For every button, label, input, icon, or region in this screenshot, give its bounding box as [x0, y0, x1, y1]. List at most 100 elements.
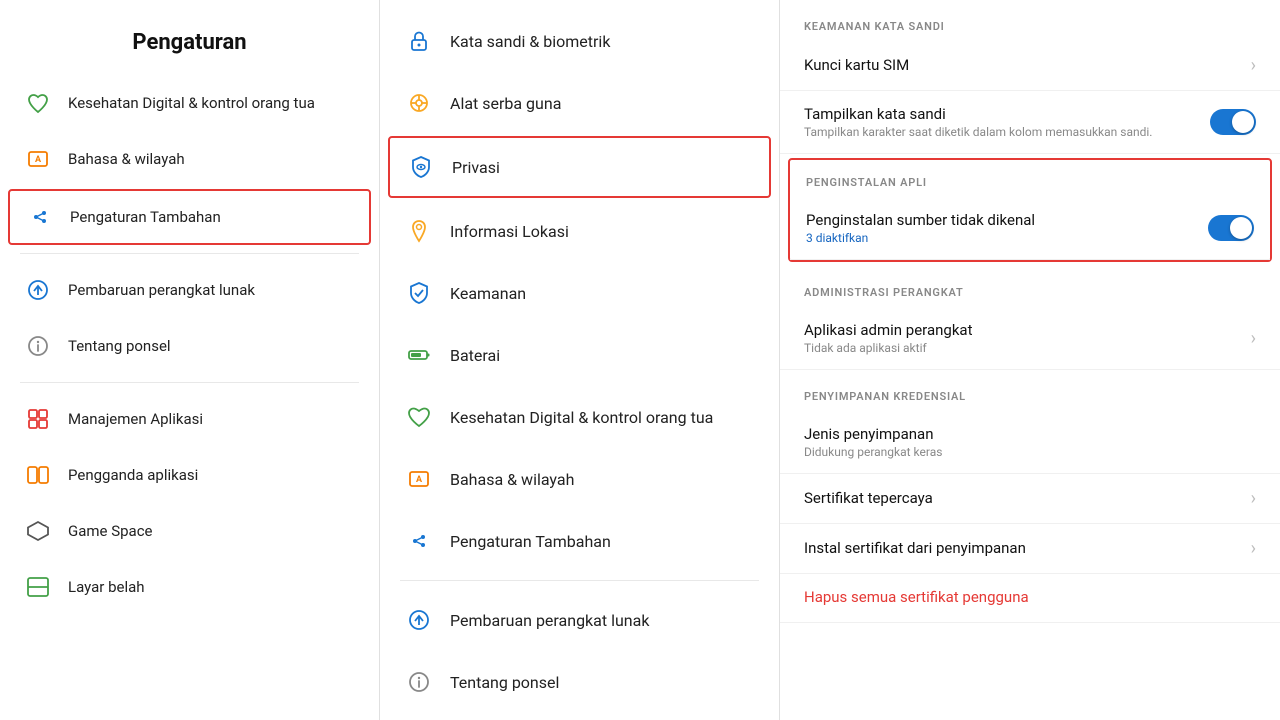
right-item-hapus-sertifikat[interactable]: Hapus semua sertifikat pengguna: [780, 574, 1280, 623]
info-icon: [24, 332, 52, 360]
arrow-up-icon-2: [404, 605, 434, 635]
middle-item-baterai-label: Baterai: [450, 346, 500, 365]
right-item-sumber-content: Penginstalan sumber tidak dikenal 3 diak…: [806, 211, 1196, 245]
shield-eye-icon: [406, 152, 436, 182]
battery-icon: [404, 340, 434, 370]
right-item-sumber-tidak-dikenal[interactable]: Penginstalan sumber tidak dikenal 3 diak…: [790, 197, 1270, 260]
section-header-penginstalan: PENGINSTALAN APLI: [790, 160, 1270, 197]
chevron-icon: ›: [1251, 55, 1256, 76]
middle-item-kesehatan2[interactable]: Kesehatan Digital & kontrol orang tua: [380, 386, 779, 448]
middle-item-lokasi-label: Informasi Lokasi: [450, 222, 569, 241]
arrow-up-icon: [24, 276, 52, 304]
chevron-icon-sertifikat: ›: [1251, 488, 1256, 509]
chevron-icon-admin: ›: [1251, 328, 1256, 349]
wrench-icon: [404, 88, 434, 118]
dots-icon: [26, 203, 54, 231]
sidebar-item-pengganda-label: Pengganda aplikasi: [68, 466, 198, 484]
right-item-kunci-sim[interactable]: Kunci kartu SIM ›: [780, 41, 1280, 91]
sidebar-item-pembaruan[interactable]: Pembaruan perangkat lunak: [0, 262, 379, 318]
game-icon: [24, 517, 52, 545]
middle-item-pembaruan2-label: Pembaruan perangkat lunak: [450, 611, 649, 630]
divider-2: [20, 382, 359, 383]
middle-panel: Kata sandi & biometrik Alat serba guna P…: [380, 0, 780, 720]
middle-item-alat[interactable]: Alat serba guna: [380, 72, 779, 134]
sidebar-item-bahasa-label: Bahasa & wilayah: [68, 150, 185, 168]
middle-item-keamanan-label: Keamanan: [450, 284, 526, 303]
grid-icon: [24, 405, 52, 433]
location-icon: [404, 216, 434, 246]
toggle-sumber-tidak-dikenal[interactable]: [1208, 215, 1254, 241]
dots-icon-2: [404, 526, 434, 556]
right-item-jenis-penyimpanan[interactable]: Jenis penyimpanan Didukung perangkat ker…: [780, 411, 1280, 474]
right-item-tampilkan-sandi-title: Tampilkan kata sandi: [804, 105, 1198, 123]
middle-item-kata-sandi[interactable]: Kata sandi & biometrik: [380, 10, 779, 72]
right-item-instal-content: Instal sertifikat dari penyimpanan: [804, 539, 1239, 559]
right-item-sertifikat-tepercaya-title: Sertifikat tepercaya: [804, 489, 1239, 507]
section-keamanan-kata-sandi: KEAMANAN KATA SANDI Kunci kartu SIM › Ta…: [780, 0, 1280, 154]
middle-item-bahasa2[interactable]: A Bahasa & wilayah: [380, 448, 779, 510]
middle-item-bahasa2-label: Bahasa & wilayah: [450, 470, 574, 489]
right-panel: KEAMANAN KATA SANDI Kunci kartu SIM › Ta…: [780, 0, 1280, 720]
middle-item-pengaturan2[interactable]: Pengaturan Tambahan: [380, 510, 779, 572]
sidebar-item-pembaruan-label: Pembaruan perangkat lunak: [68, 281, 255, 299]
middle-item-privasi[interactable]: Privasi: [388, 136, 771, 198]
right-item-instal-sertifikat[interactable]: Instal sertifikat dari penyimpanan ›: [780, 524, 1280, 574]
section-administrasi: ADMINISTRASI PERANGKAT Aplikasi admin pe…: [780, 266, 1280, 370]
sidebar-item-layar-label: Layar belah: [68, 578, 145, 596]
sidebar-item-pengaturan-tambahan[interactable]: Pengaturan Tambahan: [8, 189, 371, 245]
sidebar-item-kesehatan-label: Kesehatan Digital & kontrol orang tua: [68, 94, 315, 112]
right-item-sumber-title: Penginstalan sumber tidak dikenal: [806, 211, 1196, 229]
svg-text:A: A: [416, 475, 423, 485]
lock-icon: [404, 26, 434, 56]
sidebar-item-pengganda[interactable]: Pengganda aplikasi: [0, 447, 379, 503]
language-icon: A: [24, 145, 52, 173]
right-item-hapus-content: Hapus semua sertifikat pengguna: [804, 588, 1256, 608]
middle-item-privasi-label: Privasi: [452, 158, 500, 177]
sidebar-item-gamespace-label: Game Space: [68, 522, 153, 540]
sidebar-item-tentang[interactable]: Tentang ponsel: [0, 318, 379, 374]
middle-item-tentang2-label: Tentang ponsel: [450, 673, 559, 692]
sidebar-item-gamespace[interactable]: Game Space: [0, 503, 379, 559]
sidebar-item-manajemen[interactable]: Manajemen Aplikasi: [0, 391, 379, 447]
sidebar-item-layar[interactable]: Layar belah: [0, 559, 379, 615]
right-item-jenis-subtitle: Didukung perangkat keras: [804, 445, 1256, 459]
middle-item-lokasi[interactable]: Informasi Lokasi: [380, 200, 779, 262]
dual-icon: [24, 461, 52, 489]
sidebar-item-kesehatan[interactable]: Kesehatan Digital & kontrol orang tua: [0, 75, 379, 131]
right-item-sertifikat-tepercaya-content: Sertifikat tepercaya: [804, 489, 1239, 509]
middle-item-keamanan[interactable]: Keamanan: [380, 262, 779, 324]
right-item-admin-content: Aplikasi admin perangkat Tidak ada aplik…: [804, 321, 1239, 355]
sidebar-item-manajemen-label: Manajemen Aplikasi: [68, 410, 203, 428]
split-icon: [24, 573, 52, 601]
middle-item-tentang2[interactable]: Tentang ponsel: [380, 651, 779, 713]
page-title: Pengaturan: [0, 20, 379, 75]
middle-item-pembaruan2[interactable]: Pembaruan perangkat lunak: [380, 589, 779, 651]
right-item-admin-perangkat[interactable]: Aplikasi admin perangkat Tidak ada aplik…: [780, 307, 1280, 370]
right-item-sertifikat-tepercaya[interactable]: Sertifikat tepercaya ›: [780, 474, 1280, 524]
sidebar-item-bahasa[interactable]: A Bahasa & wilayah: [0, 131, 379, 187]
right-item-tampilkan-sandi-content: Tampilkan kata sandi Tampilkan karakter …: [804, 105, 1198, 139]
section-header-keamanan: KEAMANAN KATA SANDI: [780, 0, 1280, 41]
svg-text:A: A: [35, 155, 42, 165]
shield-icon: [404, 278, 434, 308]
middle-item-baterai[interactable]: Baterai: [380, 324, 779, 386]
left-panel: Pengaturan Kesehatan Digital & kontrol o…: [0, 0, 380, 720]
right-item-tampilkan-sandi-subtitle: Tampilkan karakter saat diketik dalam ko…: [804, 125, 1198, 139]
right-item-jenis-title: Jenis penyimpanan: [804, 425, 1256, 443]
right-item-jenis-content: Jenis penyimpanan Didukung perangkat ker…: [804, 425, 1256, 459]
toggle-tampilkan-sandi[interactable]: [1210, 109, 1256, 135]
right-item-tampilkan-sandi[interactable]: Tampilkan kata sandi Tampilkan karakter …: [780, 91, 1280, 154]
middle-item-alat-label: Alat serba guna: [450, 94, 561, 113]
chevron-icon-instal: ›: [1251, 538, 1256, 559]
info-icon-2: [404, 667, 434, 697]
right-item-admin-title: Aplikasi admin perangkat: [804, 321, 1239, 339]
right-item-instal-title: Instal sertifikat dari penyimpanan: [804, 539, 1239, 557]
sidebar-item-tentang-label: Tentang ponsel: [68, 337, 171, 355]
sidebar-item-pengaturan-tambahan-label: Pengaturan Tambahan: [70, 208, 221, 226]
section-penyimpanan: PENYIMPANAN KREDENSIAL Jenis penyimpanan…: [780, 370, 1280, 623]
section-header-administrasi: ADMINISTRASI PERANGKAT: [780, 266, 1280, 307]
heart-icon: [24, 89, 52, 117]
section-header-penyimpanan: PENYIMPANAN KREDENSIAL: [780, 370, 1280, 411]
middle-item-pengaturan2-label: Pengaturan Tambahan: [450, 532, 611, 551]
section-penginstalan-box: PENGINSTALAN APLI Penginstalan sumber ti…: [788, 158, 1272, 262]
